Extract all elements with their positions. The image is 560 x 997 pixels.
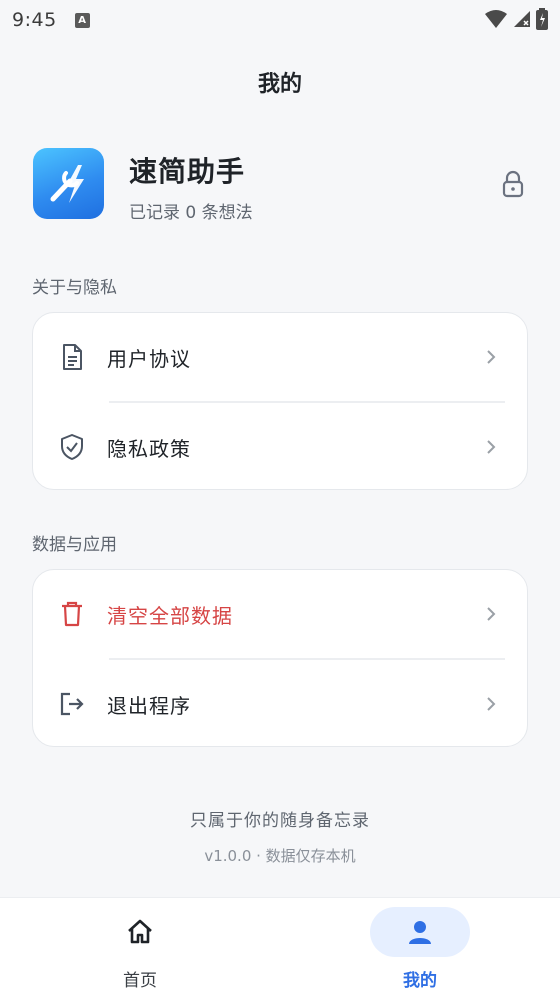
bottom-nav: 首页 我的: [0, 897, 560, 997]
exit-icon: [59, 690, 85, 718]
a-icon: A: [74, 12, 90, 28]
nav-item-home[interactable]: 首页: [0, 898, 280, 997]
chevron-right-icon: [487, 350, 496, 364]
data-card: 清空全部数据 退出程序: [32, 569, 528, 747]
tagline: 只属于你的随身备忘录: [190, 811, 370, 831]
shield-check-icon: [59, 433, 85, 461]
nav-icon-wrap: [370, 907, 470, 957]
profile-card: 速简助手 已记录 0 条想法: [33, 148, 533, 223]
status-bar: 9:45 A: [0, 0, 560, 40]
battery-icon: [536, 8, 548, 30]
user-agreement-row[interactable]: 用户协议: [33, 313, 527, 401]
version-info: v1.0.0 · 数据仅存本机: [204, 847, 356, 865]
wifi-icon: [485, 10, 507, 28]
signal-icon: [514, 11, 530, 27]
app-name: 速简助手: [129, 155, 246, 188]
lightning-wrench-icon: [50, 164, 84, 203]
row-label-clear-data: 清空全部数据: [107, 603, 233, 628]
row-label-user-agreement: 用户协议: [107, 346, 191, 371]
section-label-about: 关于与隐私: [32, 278, 117, 298]
nav-item-mine[interactable]: 我的: [280, 898, 560, 997]
clear-data-row[interactable]: 清空全部数据: [33, 570, 527, 658]
chevron-right-icon: [487, 607, 496, 621]
home-icon: [128, 919, 152, 944]
document-icon: [59, 343, 85, 371]
about-card: 用户协议 隐私政策: [32, 312, 528, 490]
person-icon: [409, 921, 431, 944]
app-logo: [33, 148, 104, 219]
trash-icon: [59, 600, 85, 628]
page-title: 我的: [257, 72, 302, 97]
record-count: 已记录 0 条想法: [129, 203, 253, 223]
row-label-privacy-policy: 隐私政策: [107, 436, 191, 461]
chevron-right-icon: [487, 440, 496, 454]
privacy-policy-row[interactable]: 隐私政策: [33, 403, 527, 491]
chevron-right-icon: [487, 697, 496, 711]
row-label-exit: 退出程序: [107, 693, 191, 718]
exit-app-row[interactable]: 退出程序: [33, 660, 527, 748]
status-time: 9:45: [12, 9, 57, 31]
lock-icon[interactable]: [501, 170, 525, 198]
nav-label-mine: 我的: [403, 971, 437, 991]
section-label-data: 数据与应用: [32, 535, 117, 555]
nav-label-home: 首页: [123, 971, 157, 991]
status-icons: [484, 8, 548, 30]
nav-icon-wrap: [90, 907, 190, 957]
